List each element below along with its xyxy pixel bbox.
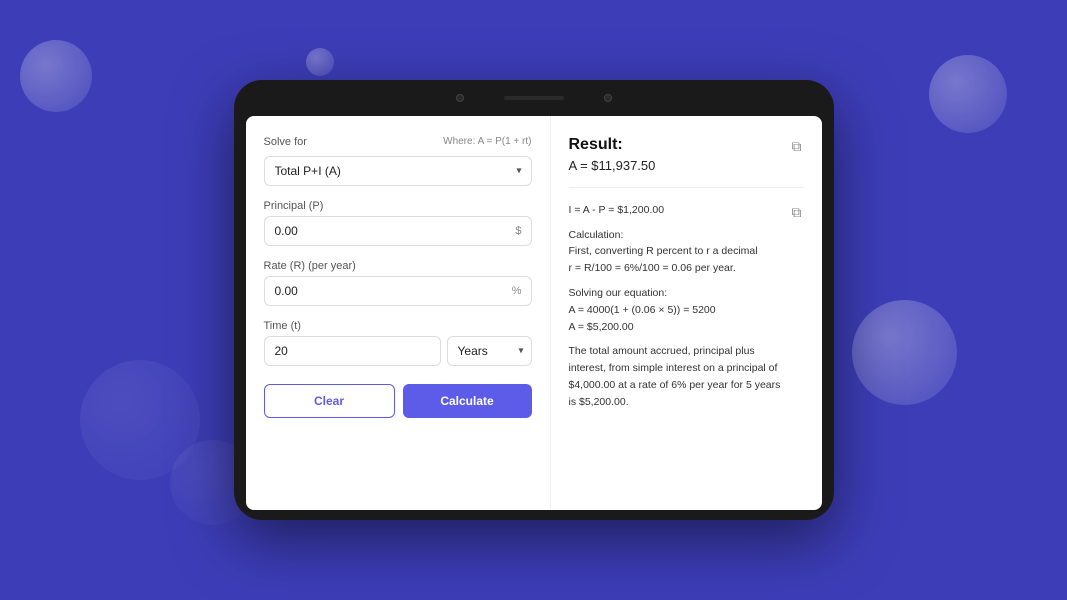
rate-label: Rate (R) (per year) — [264, 260, 532, 272]
detail-summary: The total amount accrued, principal plus… — [569, 343, 790, 410]
result-divider — [569, 187, 804, 188]
copy-result-button[interactable]: ⧉ — [790, 136, 804, 157]
principal-input[interactable] — [264, 216, 532, 246]
clear-button[interactable]: Clear — [264, 384, 395, 418]
tablet-top-bar — [234, 80, 834, 116]
principal-label: Principal (P) — [264, 200, 532, 212]
tablet-screen: Solve for Where: A = P(1 + rt) Total P+I… — [246, 116, 822, 510]
solve-for-select-wrapper[interactable]: Total P+I (A) Principal (P) Rate (R) Tim… — [264, 156, 532, 186]
detail-lines-solve: Solving our equation: A = 4000(1 + (0.06… — [569, 285, 790, 335]
formula-label: Where: A = P(1 + rt) — [443, 136, 531, 147]
tablet-frame: Solve for Where: A = P(1 + rt) Total P+I… — [234, 80, 834, 520]
time-input[interactable] — [264, 336, 441, 366]
tablet-camera-right — [604, 94, 612, 102]
result-title: Result: — [569, 136, 656, 154]
copy-detail-button[interactable]: ⧉ — [790, 202, 804, 223]
solve-for-label: Solve for — [264, 136, 307, 148]
button-row: Clear Calculate — [264, 384, 532, 418]
rate-input[interactable] — [264, 276, 532, 306]
tablet-speaker — [504, 96, 564, 100]
bg-sphere-1 — [20, 40, 92, 112]
right-panel: Result: A = $11,937.50 ⧉ I = A - P = $1,… — [551, 116, 822, 510]
bg-sphere-3 — [929, 55, 1007, 133]
detail-text: I = A - P = $1,200.00 Calculation: First… — [569, 202, 790, 411]
bg-sphere-2 — [306, 48, 334, 76]
rate-group: Rate (R) (per year) % — [264, 260, 532, 306]
detail-lines-calc: Calculation: First, converting R percent… — [569, 227, 790, 277]
detail-section: I = A - P = $1,200.00 Calculation: First… — [569, 202, 804, 411]
time-group: Time (t) Years Months Days ▾ — [264, 320, 532, 366]
left-panel: Solve for Where: A = P(1 + rt) Total P+I… — [246, 116, 551, 510]
rate-suffix-icon: % — [512, 285, 522, 297]
tablet-camera-left — [456, 94, 464, 102]
principal-suffix-icon: $ — [515, 225, 521, 237]
time-unit-select[interactable]: Years Months Days — [447, 336, 532, 366]
bg-sphere-4 — [852, 300, 957, 405]
time-unit-select-wrapper[interactable]: Years Months Days ▾ — [447, 336, 532, 366]
time-label: Time (t) — [264, 320, 532, 332]
calculate-button[interactable]: Calculate — [403, 384, 532, 418]
solve-for-select[interactable]: Total P+I (A) Principal (P) Rate (R) Tim… — [264, 156, 532, 186]
principal-group: Principal (P) $ — [264, 200, 532, 246]
result-section: Result: A = $11,937.50 ⧉ — [569, 136, 804, 173]
solve-for-group: Solve for Where: A = P(1 + rt) Total P+I… — [264, 136, 532, 186]
detail-line-1: I = A - P = $1,200.00 — [569, 202, 790, 219]
result-value: A = $11,937.50 — [569, 158, 656, 173]
